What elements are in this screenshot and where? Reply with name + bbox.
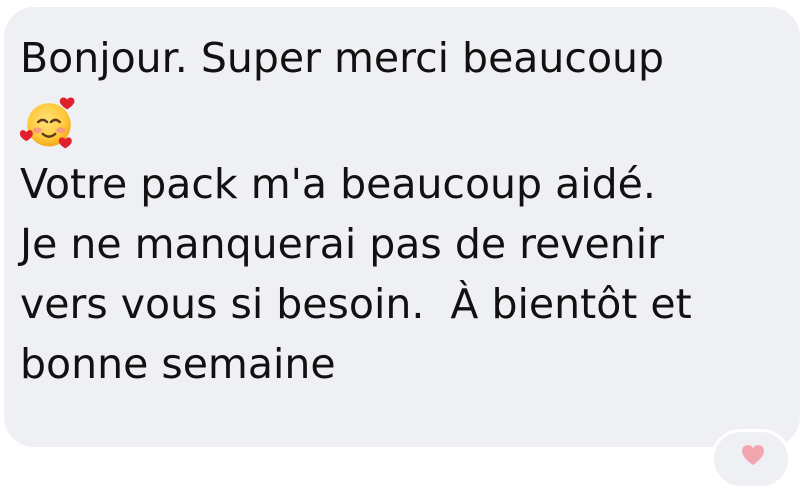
reaction-button[interactable]: [711, 429, 791, 489]
smiling-face-with-hearts-icon: [20, 97, 75, 149]
message-line-5: vers vous si besoin. À bientôt et: [20, 280, 692, 328]
message-line-3: Votre pack m'a beaucoup aidé.: [20, 160, 656, 208]
heart-icon: [742, 445, 764, 465]
emoji-line: [20, 88, 780, 154]
message-line-4: Je ne manquerai pas de revenir: [20, 220, 665, 268]
message-line-6: bonne semaine: [20, 340, 336, 388]
message-text: Bonjour. Super merci beaucoup Votre pack…: [20, 28, 780, 394]
message-line-1: Bonjour. Super merci beaucoup: [20, 34, 665, 82]
